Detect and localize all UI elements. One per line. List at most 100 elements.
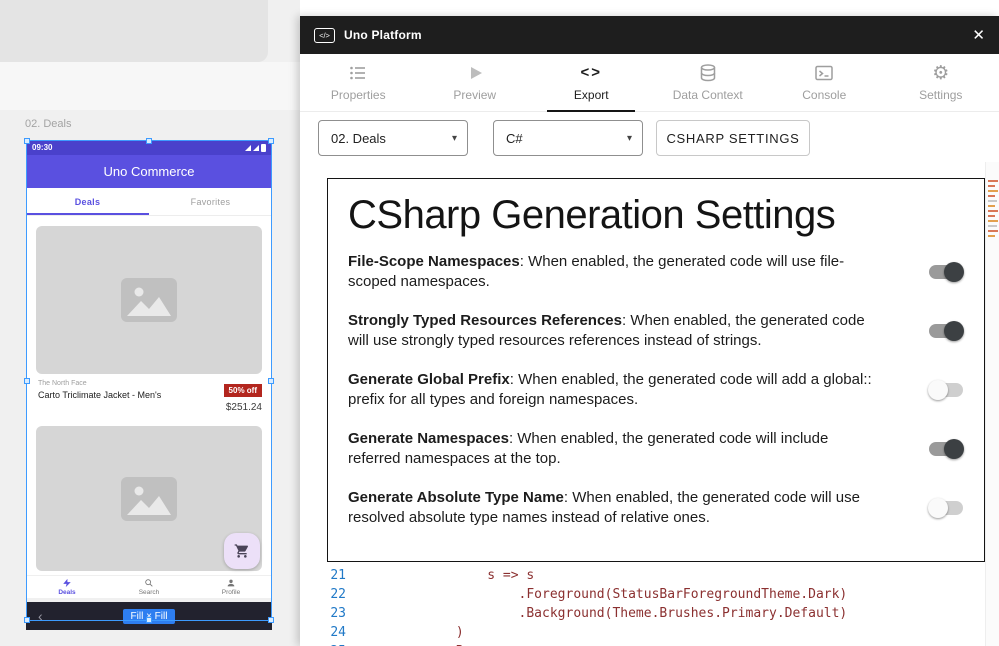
layout-size-badge[interactable]: Fill × Fill (123, 609, 176, 624)
code-text: .Foreground(StatusBarForegroundTheme.Dar… (362, 585, 847, 604)
tab-label: Data Context (673, 88, 743, 102)
phone-tab-favorites[interactable]: Favorites (149, 188, 272, 215)
product-price: $251.24 (224, 402, 262, 413)
phone-screen[interactable]: 09:30 Uno Commerce Deals Favorites (26, 140, 272, 598)
setting-row: Generate Absolute Type Name: When enable… (348, 488, 964, 528)
dialog-title: CSharp Generation Settings (348, 193, 964, 238)
code-editor[interactable]: 21 s => s 22 .Foreground(StatusBarForegr… (300, 566, 960, 646)
code-text: .Background(Theme.Brushes.Primary.Defaul… (362, 604, 847, 623)
setting-row: Strongly Typed Resources References: Whe… (348, 311, 964, 351)
setting-text: Generate Absolute Type Name: When enable… (348, 488, 928, 528)
code-text: Resources (362, 642, 526, 646)
code-line: 22 .Foreground(StatusBarForegroundTheme.… (300, 585, 960, 604)
code-text: ) (362, 623, 464, 642)
cart-icon (234, 543, 250, 559)
phone-navigation-bar: ‹ Fill × Fill (26, 602, 272, 630)
image-placeholder-icon (119, 475, 179, 523)
close-icon[interactable]: ✕ (972, 26, 985, 44)
status-time: 09:30 (32, 143, 52, 152)
product-name: Carto Triclimate Jacket - Men's (38, 390, 161, 400)
list-icon (348, 63, 368, 83)
setting-row: File-Scope Namespaces: When enabled, the… (348, 252, 964, 292)
phone-tab-indicator (26, 213, 149, 215)
product-brand: The North Face (38, 380, 161, 387)
chevron-down-icon: ▾ (627, 133, 632, 144)
language-select[interactable]: C# ▾ (493, 120, 643, 156)
code-brackets-icon: <> (580, 63, 602, 83)
tab-properties[interactable]: Properties (300, 54, 417, 111)
code-text: s => s (362, 566, 534, 585)
setting-text: Strongly Typed Resources References: Whe… (348, 311, 928, 351)
product-card[interactable] (36, 226, 262, 374)
code-line: 24 ) (300, 623, 960, 642)
setting-row: Generate Namespaces: When enabled, the g… (348, 429, 964, 469)
csharp-settings-button[interactable]: CSHARP SETTINGS (656, 120, 810, 156)
nav-item-deals[interactable]: Deals (26, 576, 108, 598)
setting-label: Strongly Typed Resources References (348, 312, 622, 329)
signal-icon (253, 145, 259, 151)
bolt-icon (62, 578, 72, 588)
line-number: 23 (300, 604, 362, 623)
code-line: 25 Resources (300, 642, 960, 646)
tab-label: Console (802, 88, 846, 102)
tab-label: Export (574, 88, 609, 102)
editor-minimap[interactable] (985, 162, 999, 646)
person-icon (226, 578, 236, 588)
back-chevron-icon[interactable]: ‹ (38, 609, 43, 623)
status-icons (245, 144, 266, 152)
line-number: 21 (300, 566, 362, 585)
toggle-generate-namespaces[interactable] (928, 439, 964, 459)
adjacent-artboard (0, 0, 268, 62)
setting-row: Generate Global Prefix: When enabled, th… (348, 370, 964, 410)
setting-label: Generate Absolute Type Name (348, 489, 564, 506)
tab-settings[interactable]: ⚙ Settings (883, 54, 999, 111)
product-text: The North Face Carto Triclimate Jacket -… (38, 380, 161, 422)
tab-label: Properties (331, 88, 386, 102)
setting-text: Generate Global Prefix: When enabled, th… (348, 370, 928, 410)
setting-text: Generate Namespaces: When enabled, the g… (348, 429, 928, 469)
toggle-thumb (928, 498, 948, 518)
search-icon (144, 578, 154, 588)
phone-status-bar: 09:30 (26, 140, 272, 155)
phone-tab-deals[interactable]: Deals (26, 188, 149, 215)
toggle-strongly-typed-resources[interactable] (928, 321, 964, 341)
battery-icon (261, 144, 266, 152)
discount-badge: 50% off (224, 384, 262, 397)
tab-preview[interactable]: Preview (417, 54, 534, 111)
tab-console[interactable]: Console (766, 54, 883, 111)
line-number: 22 (300, 585, 362, 604)
phone-app-bar: Uno Commerce (26, 155, 272, 188)
tab-data-context[interactable]: Data Context (650, 54, 767, 111)
tab-export[interactable]: <> Export (533, 54, 650, 111)
gear-icon: ⚙ (932, 63, 949, 83)
setting-text: File-Scope Namespaces: When enabled, the… (348, 252, 928, 292)
setting-label: Generate Namespaces (348, 430, 509, 447)
nav-item-search[interactable]: Search (108, 576, 190, 598)
toggle-thumb (944, 262, 964, 282)
line-number: 25 (300, 642, 362, 646)
toggle-thumb (928, 380, 948, 400)
toggle-generate-absolute-type-name[interactable] (928, 498, 964, 518)
code-line: 23 .Background(Theme.Brushes.Primary.Def… (300, 604, 960, 623)
window-tab-bar: Properties Preview <> Export Data Contex… (300, 54, 999, 112)
code-logo-icon: </> (314, 28, 335, 43)
image-placeholder-icon (119, 276, 179, 324)
page-select[interactable]: 02. Deals ▾ (318, 120, 468, 156)
artboard-label[interactable]: 02. Deals (25, 118, 71, 130)
play-icon (465, 63, 485, 83)
setting-label: File-Scope Namespaces (348, 253, 520, 270)
cart-fab-button[interactable] (224, 533, 260, 569)
product-pricing: 50% off $251.24 (224, 380, 262, 422)
toggle-file-scope-namespaces[interactable] (928, 262, 964, 282)
design-canvas[interactable]: 02. Deals 09:30 Uno Commerce Deals Fav (0, 0, 300, 646)
phone-bottom-nav: Deals Search Profile (26, 575, 272, 598)
code-line: 21 s => s (300, 566, 960, 585)
product-info: The North Face Carto Triclimate Jacket -… (26, 374, 272, 422)
nav-item-profile[interactable]: Profile (190, 576, 272, 598)
wifi-icon (245, 145, 251, 151)
phone-app-title: Uno Commerce (103, 164, 194, 179)
phone-artboard[interactable]: 09:30 Uno Commerce Deals Favorites (26, 140, 272, 630)
window-title: Uno Platform (344, 28, 422, 42)
canvas-band (0, 62, 300, 110)
toggle-generate-global-prefix[interactable] (928, 380, 964, 400)
